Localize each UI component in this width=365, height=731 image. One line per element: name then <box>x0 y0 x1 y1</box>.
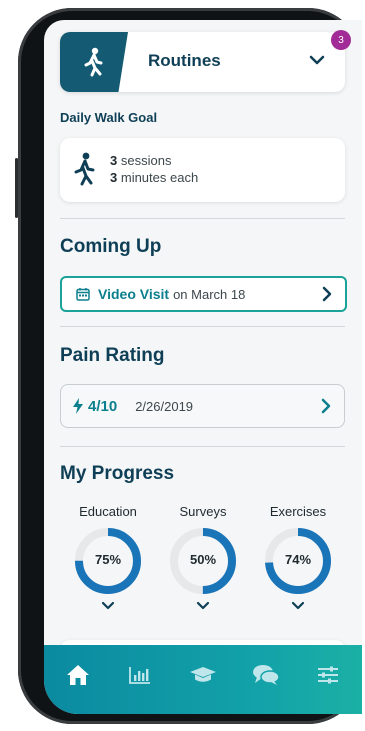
progress-ring: 75% <box>74 527 142 595</box>
lightning-bolt-icon <box>73 398 83 414</box>
progress-label: Education <box>79 504 137 519</box>
sessions-text: sessions <box>120 153 172 168</box>
progress-label: Surveys <box>179 504 227 519</box>
minutes-text: minutes each <box>120 170 199 185</box>
progress-exercises[interactable]: Exercises 74% <box>258 504 338 611</box>
minutes-value: 3 <box>110 170 118 185</box>
divider <box>60 326 345 327</box>
my-progress-heading: My Progress <box>60 463 175 484</box>
video-visit-date: on March 18 <box>173 286 246 302</box>
tab-reports[interactable] <box>112 645 168 705</box>
sessions-line: 3 sessions <box>110 153 171 168</box>
chat-bubbles-icon <box>253 665 280 685</box>
graduation-cap-icon <box>190 667 216 682</box>
walking-person-icon <box>84 47 103 77</box>
progress-percent: 50% <box>189 552 217 567</box>
chevron-right-icon <box>322 286 332 302</box>
tab-education[interactable] <box>175 645 231 705</box>
tab-messages[interactable] <box>238 645 294 705</box>
sessions-value: 3 <box>110 153 118 168</box>
routines-icon-tile <box>60 32 128 92</box>
walking-person-icon <box>74 152 95 186</box>
divider <box>60 218 345 219</box>
video-visit-button[interactable]: Video Visit on March 18 <box>60 276 347 312</box>
routines-title: Routines <box>148 51 221 70</box>
bottom-tab-bar <box>44 645 362 714</box>
notification-badge[interactable]: 3 <box>331 30 351 50</box>
coming-up-heading: Coming Up <box>60 236 162 257</box>
progress-education[interactable]: Education 75% <box>68 504 148 611</box>
pain-rating-date: 2/26/2019 <box>135 398 194 414</box>
progress-percent: 74% <box>284 552 312 567</box>
bar-chart-icon <box>129 667 150 684</box>
calendar-icon <box>76 288 90 301</box>
chevron-down-icon <box>101 601 115 610</box>
tab-home[interactable] <box>50 645 106 705</box>
progress-percent: 75% <box>94 552 122 567</box>
chevron-right-icon <box>321 398 331 414</box>
routines-dropdown[interactable]: Routines <box>60 32 345 92</box>
chevron-down-icon <box>291 601 305 610</box>
progress-surveys[interactable]: Surveys 50% <box>163 504 243 611</box>
chevron-down-icon <box>309 55 325 65</box>
app-screen: Routines 3 Daily Walk Goal 3 sessions 3 … <box>44 20 362 714</box>
daily-walk-heading: Daily Walk Goal <box>60 110 158 125</box>
daily-walk-card[interactable]: 3 sessions 3 minutes each <box>60 138 345 202</box>
sliders-icon <box>318 666 338 684</box>
minutes-line: 3 minutes each <box>110 170 198 185</box>
tab-settings[interactable] <box>300 645 356 705</box>
progress-ring: 74% <box>264 527 332 595</box>
home-icon <box>67 665 89 685</box>
pain-rating-value: 4/10 <box>88 397 118 415</box>
chevron-down-icon <box>196 601 210 610</box>
video-visit-title: Video Visit <box>98 286 170 302</box>
pain-rating-button[interactable]: 4/10 2/26/2019 <box>60 384 345 428</box>
divider <box>60 446 345 447</box>
progress-label: Exercises <box>269 504 327 519</box>
pain-rating-heading: Pain Rating <box>60 345 165 366</box>
progress-ring: 50% <box>169 527 237 595</box>
